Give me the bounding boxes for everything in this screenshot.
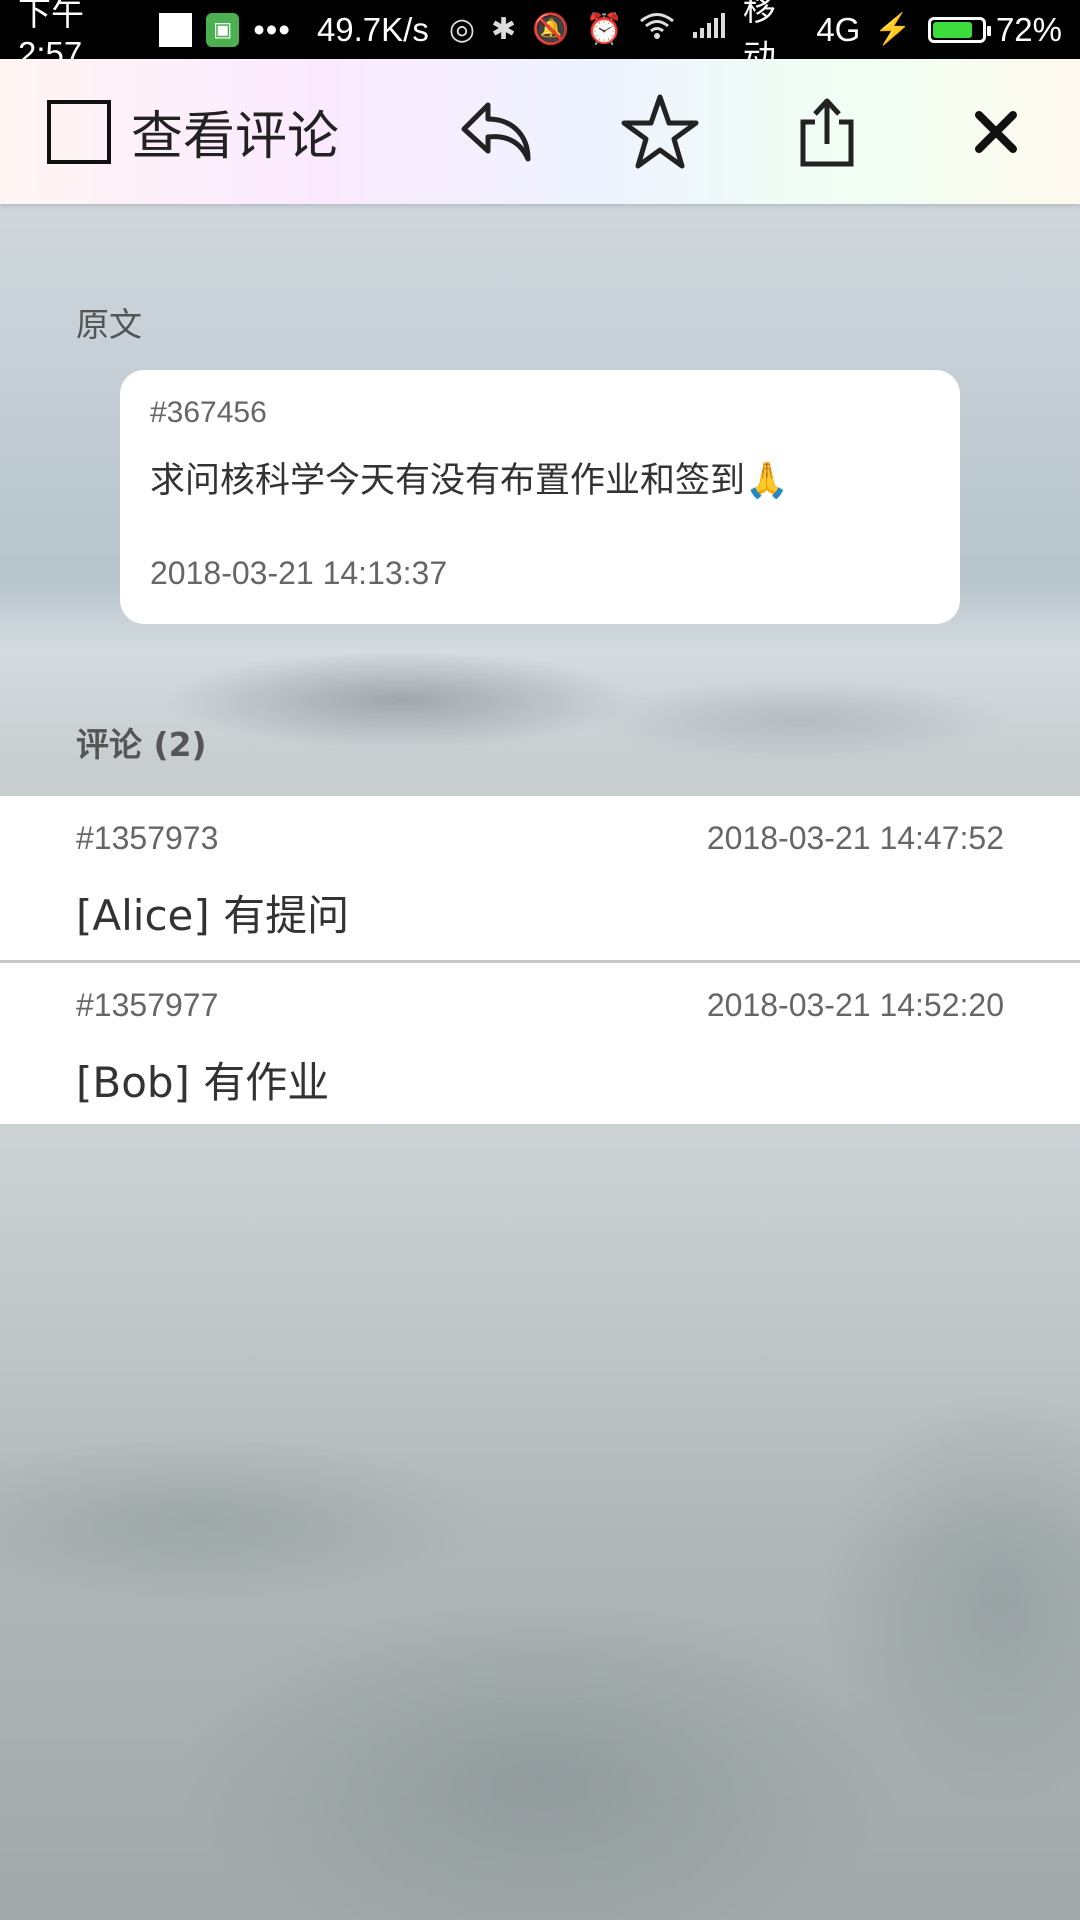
star-icon [621,94,699,169]
toolbar: 查看评论 [0,59,1080,204]
app-notification-icon: ▣ [206,12,240,47]
comment-item[interactable]: #1357973 2018-03-21 14:47:52 [Alice] 有提问 [0,796,1080,960]
comment-time: 2018-03-21 14:47:52 [706,820,1004,856]
more-notifications-icon: ••• [253,10,291,48]
battery-icon [927,16,992,43]
comment-time: 2018-03-21 14:52:20 [706,987,1004,1023]
comment-item[interactable]: #1357977 2018-03-21 14:52:20 [Bob] 有作业 [0,960,1080,1124]
original-post-card[interactable]: #367456 求问核科学今天有没有布置作业和签到🙏 2018-03-21 14… [120,370,960,624]
signal-icon [691,12,727,48]
original-post-text: 求问核科学今天有没有布置作业和签到🙏 [150,461,789,501]
battery-percent: 72% [995,10,1062,48]
network-type: 4G [816,10,861,48]
charging-icon: ⚡ [874,13,912,46]
close-button[interactable] [953,89,1039,175]
original-label: 原文 [76,305,142,344]
original-post-time: 2018-03-21 14:13:37 [150,555,448,591]
alarm-icon: ⏰ [585,13,623,46]
bluetooth-icon: ✱ [491,13,517,46]
share-button[interactable] [784,89,870,175]
comments-label: 评论 (2) [76,725,207,764]
original-post-id: #367456 [150,396,267,429]
mute-icon: 🔕 [532,13,570,46]
comment-id: #1357973 [76,820,219,856]
comment-id: #1357977 [76,987,219,1023]
comments-list: #1357973 2018-03-21 14:47:52 [Alice] 有提问… [0,796,1080,1124]
network-speed: 49.7K/s [316,10,429,48]
comment-text: [Alice] 有提问 [76,891,350,940]
notification-square-icon [158,12,193,47]
screen: 下午2:57 ▣ ••• 49.7K/s ◎ ✱ 🔕 ⏰ 移动 4G ⚡ 72% [0,0,1080,1920]
favorite-button[interactable] [617,89,703,175]
share-icon [800,98,854,167]
status-bar: 下午2:57 ▣ ••• 49.7K/s ◎ ✱ 🔕 ⏰ 移动 4G ⚡ 72% [0,0,1080,75]
wifi-icon [639,12,675,48]
reply-icon [461,102,531,162]
close-icon [975,111,1017,153]
reply-button[interactable] [453,89,539,175]
battery-fill [932,21,972,38]
comment-text: [Bob] 有作业 [76,1058,330,1107]
hotspot-icon: ◎ [448,13,476,46]
